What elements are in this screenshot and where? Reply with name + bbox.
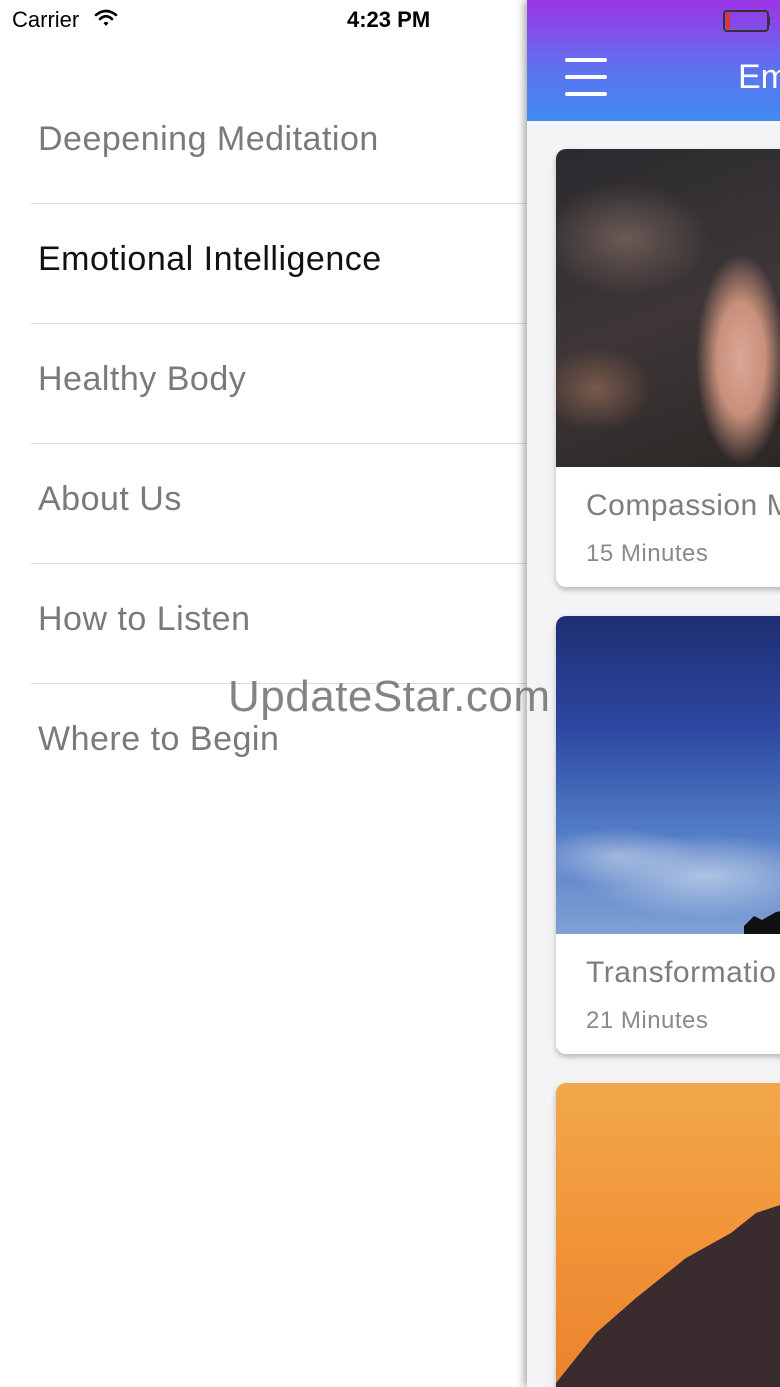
menu-item-deepening-meditation[interactable]: Deepening Meditation [0,84,527,204]
page-title: Em [738,58,780,96]
sunset-mountain-photo [556,1083,780,1387]
session-card[interactable]: Transformatio 21 Minutes [556,616,780,1054]
finger-photo [556,149,780,467]
bird-silhouette [744,911,780,934]
menu-item-label: Emotional Intelligence [38,240,382,278]
menu-item-about-us[interactable]: About Us [0,444,527,564]
menu-item-healthy-body[interactable]: Healthy Body [0,324,527,444]
menu-item-label: About Us [38,480,182,518]
session-card[interactable]: Compassion M 15 Minutes [556,149,780,587]
carrier-label: Carrier [12,7,80,32]
battery-icon [723,10,770,32]
menu-item-how-to-listen[interactable]: How to Listen [0,564,527,684]
menu-item-label: How to Listen [38,600,251,638]
content-panel: Em Compassion M 15 Minutes Transformatio… [527,0,780,1387]
wifi-icon [94,9,118,26]
menu-item-label: Where to Begin [38,720,280,758]
hamburger-menu-icon[interactable] [565,58,607,96]
menu-item-label: Deepening Meditation [38,120,379,158]
watermark: UpdateStar.com [228,672,551,721]
mountain-silhouette [556,1205,780,1387]
sky-photo [556,616,780,934]
clock: 4:23 PM [347,7,431,32]
session-duration: 15 Minutes [586,540,709,567]
menu-item-emotional-intelligence[interactable]: Emotional Intelligence [0,204,527,324]
menu-item-label: Healthy Body [38,360,247,398]
session-duration: 21 Minutes [586,1007,709,1034]
session-title: Compassion M [586,489,780,522]
session-title: Transformatio [586,956,777,989]
session-card[interactable] [556,1083,780,1387]
nav-header: Em [527,0,780,121]
